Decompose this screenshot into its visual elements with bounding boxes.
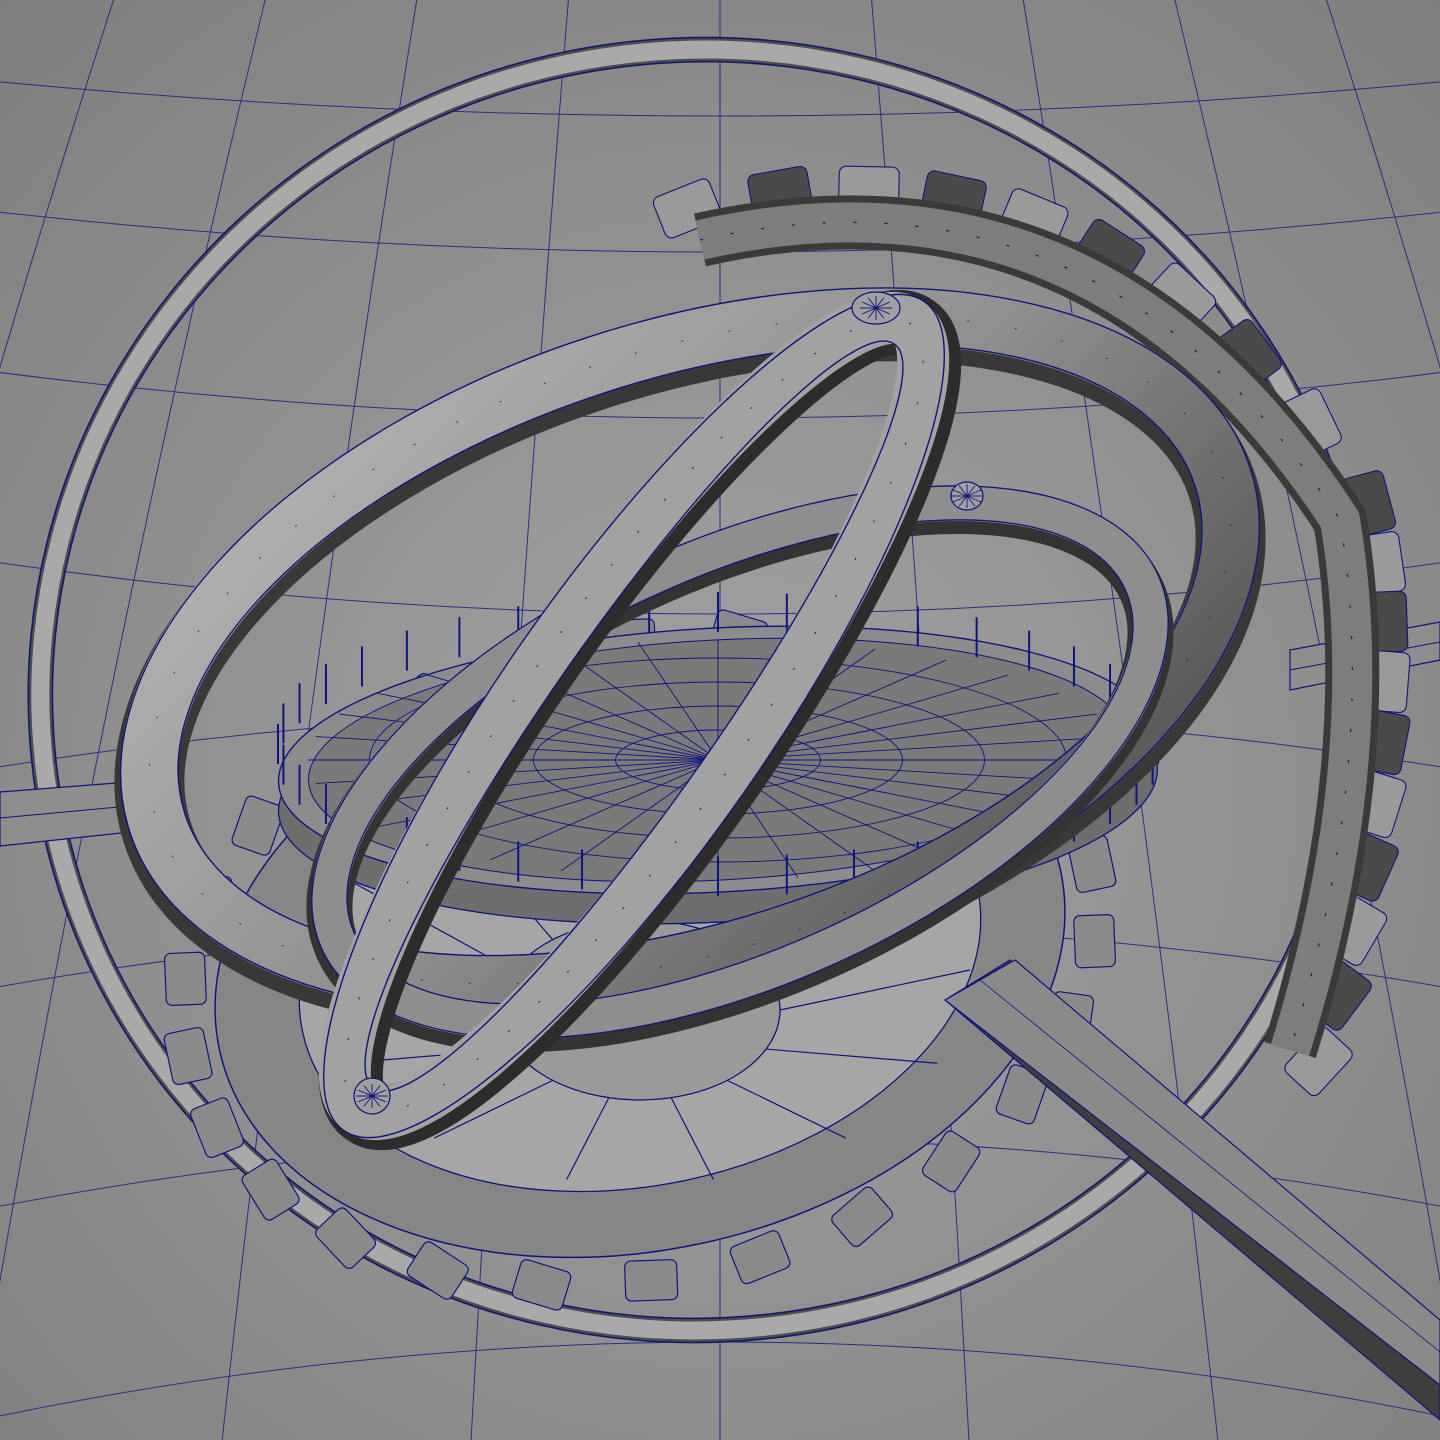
bolt-bottom — [353, 1077, 391, 1115]
bolt-middle — [950, 481, 984, 511]
3d-viewport[interactable] — [0, 0, 1440, 1440]
bolt-top — [851, 291, 901, 325]
3d-scene[interactable] — [0, 0, 1440, 1440]
